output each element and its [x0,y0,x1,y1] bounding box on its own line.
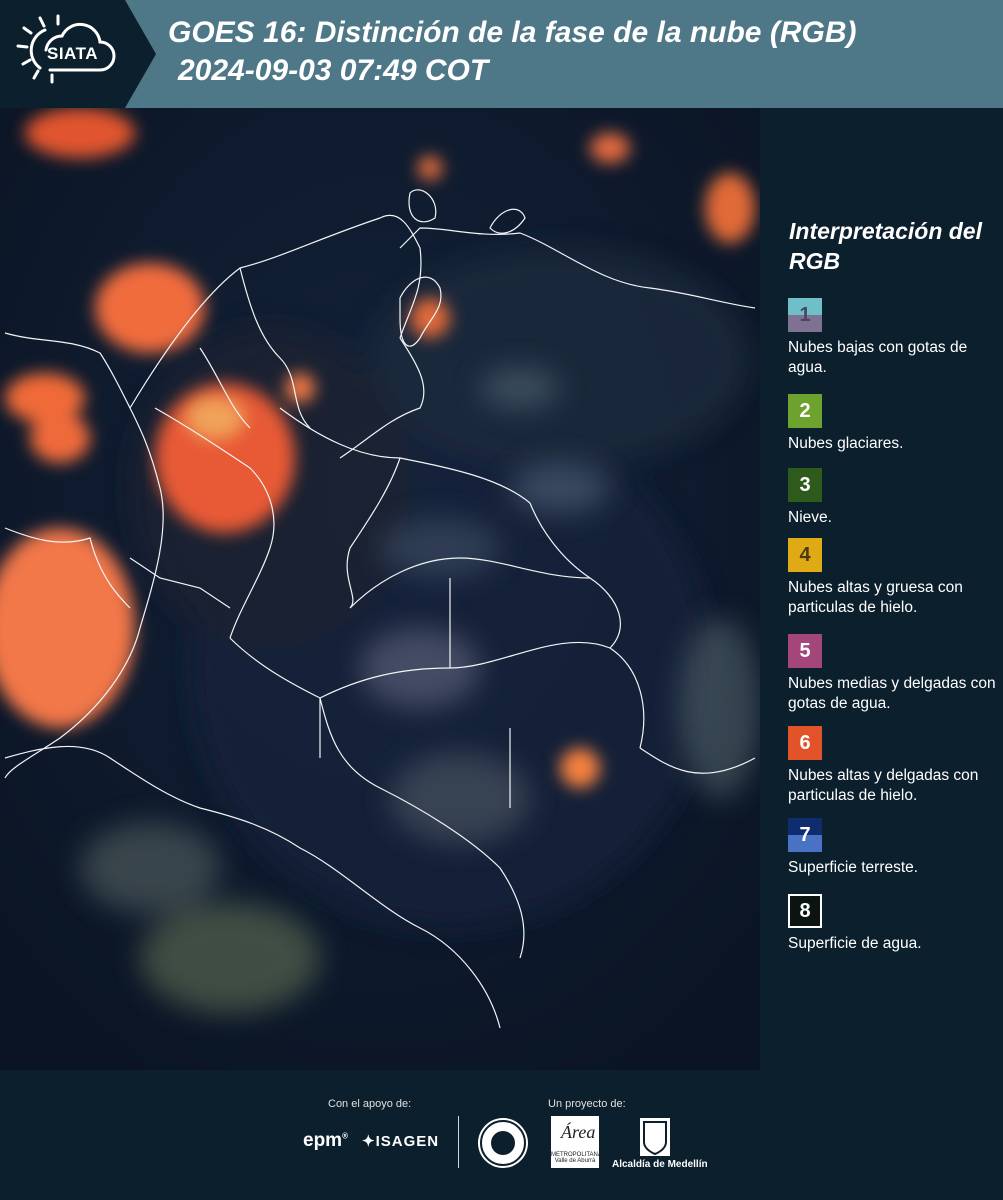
legend-label-5: Nubes medias y delgadas con gotas de agu… [788,675,996,712]
satellite-map [0,108,760,1070]
legend-swatch-4: 4 [788,538,822,572]
legend-label-7: Superficie terreste. [788,859,919,876]
legend-label-4: Nubes altas y gruesa con particulas de h… [788,579,963,616]
legend-item-5: 5 Nubes medias y delgadas con gotas de a… [788,634,998,714]
university-seal-icon [478,1118,528,1168]
legend-item-7: 7 Superficie terreste. [788,818,998,878]
legend-swatch-5: 5 [788,634,822,668]
legend-item-4: 4 Nubes altas y gruesa con particulas de… [788,538,998,618]
support-label: Con el apoyo de: [328,1098,412,1110]
alcaldia-shield-icon [640,1118,670,1156]
legend-item-3: 3 Nieve. [788,468,998,528]
page-title: GOES 16: Distinción de la fase de la nub… [168,14,856,90]
legend-label-8: Superficie de agua. [788,935,922,952]
siata-logo-label: SIATA [47,44,98,63]
legend-swatch-8: 8 [788,894,822,928]
legend-swatch-6: 6 [788,726,822,760]
legend-label-1: Nubes bajas con gotas de agua. [788,339,968,376]
legend-title: Interpretación del RGB [789,218,982,274]
legend-item-8: 8 Superficie de agua. [788,894,998,954]
footer-sponsors: Con el apoyo de: Un proyecto de: epm® ✦I… [0,1070,1003,1200]
legend-swatch-3: 3 [788,468,822,502]
legend-label-2: Nubes glaciares. [788,435,904,452]
alcaldia-label: Alcaldía de Medellín [612,1159,708,1170]
legend-panel: Interpretación del RGB 1 Nubes bajas con… [760,108,1003,1070]
header-bar: SIATA GOES 16: Distinción de la fase de … [0,0,1003,108]
legend-label-3: Nieve. [788,509,832,526]
epm-logo: epm® [303,1130,348,1151]
legend-item-6: 6 Nubes altas y delgadas con particulas … [788,726,998,806]
isagen-mark-icon: ✦ [362,1133,376,1150]
area-logo-mark: Área [561,1122,596,1142]
legend-item-1: 1 Nubes bajas con gotas de agua. [788,298,998,378]
legend-item-2: 2 Nubes glaciares. [788,394,998,454]
legend-label-6: Nubes altas y delgadas con particulas de… [788,767,979,804]
title-datetime: 2024-09-03 07:49 COT [178,54,489,87]
footer-divider [458,1116,459,1168]
isagen-logo: ✦ISAGEN [362,1133,440,1150]
title-product: GOES 16: Distinción de la fase de la nub… [168,16,857,49]
project-label: Un proyecto de: [548,1098,626,1110]
legend-swatch-1: 1 [788,298,822,332]
legend-swatch-2: 2 [788,394,822,428]
legend-swatch-7: 7 [788,818,822,852]
area-metropolitana-logo: Área METROPOLITANA Valle de Aburrá [551,1116,602,1168]
